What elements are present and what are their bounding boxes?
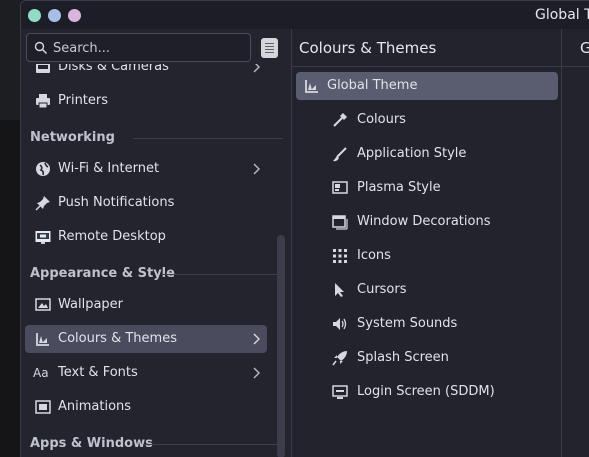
sidebar-item-label: Wallpaper bbox=[58, 297, 124, 312]
category-window-decorations[interactable]: Window Decorations bbox=[326, 208, 556, 236]
sidebar-item-label: Push Notifications bbox=[58, 195, 175, 210]
globe-icon bbox=[36, 162, 50, 176]
text-fonts-icon: Aa bbox=[33, 366, 49, 380]
close-button[interactable] bbox=[28, 9, 41, 22]
chevron-right-icon bbox=[253, 333, 260, 345]
section-header-apps-windows: Apps & Windows bbox=[30, 436, 153, 451]
sidebar-item-label: Wi-Fi & Internet bbox=[58, 161, 160, 176]
printer-icon bbox=[36, 94, 50, 109]
section-divider bbox=[143, 444, 283, 445]
category-system-sounds[interactable]: System Sounds bbox=[326, 310, 556, 338]
sidebar-item-disks-cameras[interactable]: Disks & Cameras bbox=[25, 64, 267, 81]
cursor-icon bbox=[335, 283, 344, 297]
category-icons[interactable]: Icons bbox=[326, 242, 556, 270]
sidebar-scrollbar[interactable] bbox=[277, 235, 285, 457]
category-label: Plasma Style bbox=[357, 180, 441, 195]
pin-icon bbox=[35, 196, 50, 211]
chevron-right-icon bbox=[253, 367, 260, 379]
header-divider bbox=[292, 66, 589, 67]
category-label: Application Style bbox=[357, 146, 467, 161]
brush-icon bbox=[333, 147, 347, 162]
wallpaper-icon bbox=[35, 298, 51, 311]
sidebar-item-label: Printers bbox=[58, 93, 109, 108]
category-colours[interactable]: Colours bbox=[326, 106, 556, 134]
sidebar-item-animations[interactable]: Animations bbox=[25, 393, 267, 421]
chevron-right-icon bbox=[253, 64, 260, 73]
sidebar-list: Disks & Cameras Printers Networking Wi-F… bbox=[21, 64, 291, 457]
colour-picker-icon bbox=[333, 113, 347, 127]
sidebar-item-remote-desktop[interactable]: Remote Desktop bbox=[25, 223, 267, 251]
search-input[interactable] bbox=[53, 39, 243, 57]
sidebar-item-text-fonts[interactable]: Aa Text & Fonts bbox=[25, 359, 267, 387]
minimize-button[interactable] bbox=[48, 9, 61, 22]
login-screen-icon bbox=[332, 385, 348, 399]
disk-camera-icon bbox=[36, 64, 50, 73]
speaker-icon bbox=[333, 318, 347, 330]
sidebar-item-label: Animations bbox=[58, 399, 132, 414]
global-theme-icon bbox=[305, 80, 318, 93]
sidebar-item-label: Colours & Themes bbox=[58, 331, 177, 346]
category-label: Icons bbox=[357, 248, 391, 263]
search-icon bbox=[34, 41, 48, 55]
icons-grid-icon bbox=[333, 249, 347, 263]
chevron-right-icon bbox=[253, 163, 260, 175]
category-label: Splash Screen bbox=[357, 350, 449, 365]
category-label: Login Screen (SDDM) bbox=[357, 384, 495, 399]
category-global-theme[interactable]: Global Theme bbox=[296, 72, 558, 100]
category-label: Colours bbox=[357, 112, 406, 127]
window-decorations-icon bbox=[332, 215, 348, 230]
window-title: Global Theme bbox=[535, 7, 589, 23]
section-header-networking: Networking bbox=[30, 130, 115, 145]
category-login-screen[interactable]: Login Screen (SDDM) bbox=[326, 378, 556, 406]
category-label: System Sounds bbox=[357, 316, 458, 331]
rocket-icon bbox=[332, 351, 347, 366]
category-application-style[interactable]: Application Style bbox=[326, 140, 556, 168]
category-cursors[interactable]: Cursors bbox=[326, 276, 556, 304]
colours-themes-icon bbox=[36, 333, 49, 346]
subpage-title: G bbox=[580, 39, 589, 57]
category-label: Cursors bbox=[357, 282, 407, 297]
category-label: Window Decorations bbox=[357, 214, 491, 229]
sidebar-item-colours-themes[interactable]: Colours & Themes bbox=[25, 325, 267, 353]
settings-window: Global Theme Disks & Cameras Printers Ne… bbox=[20, 0, 589, 457]
sidebar-item-wallpaper[interactable]: Wallpaper bbox=[25, 291, 267, 319]
page-title: Colours & Themes bbox=[299, 39, 437, 57]
maximize-button[interactable] bbox=[68, 9, 81, 22]
plasma-style-icon bbox=[332, 181, 348, 194]
sidebar-divider bbox=[291, 29, 292, 457]
hamburger-menu-button[interactable] bbox=[261, 38, 278, 58]
animations-icon bbox=[35, 400, 51, 414]
title-bar: Global Theme bbox=[21, 1, 589, 29]
subpage-divider bbox=[561, 29, 562, 457]
background-window-edge bbox=[0, 120, 20, 457]
category-label: Global Theme bbox=[327, 78, 418, 93]
search-field[interactable] bbox=[26, 33, 251, 62]
section-divider bbox=[163, 274, 283, 275]
category-plasma-style[interactable]: Plasma Style bbox=[326, 174, 556, 202]
sidebar-item-label: Remote Desktop bbox=[58, 229, 166, 244]
section-divider bbox=[133, 138, 283, 139]
sidebar-item-label: Disks & Cameras bbox=[58, 64, 169, 74]
section-header-appearance-style: Appearance & Style bbox=[30, 266, 175, 281]
sidebar-item-printers[interactable]: Printers bbox=[25, 87, 267, 115]
remote-desktop-icon bbox=[35, 231, 51, 244]
sidebar-item-label: Text & Fonts bbox=[58, 365, 138, 380]
category-splash-screen[interactable]: Splash Screen bbox=[326, 344, 556, 372]
sidebar-item-push-notifications[interactable]: Push Notifications bbox=[25, 189, 267, 217]
sidebar-item-wifi-internet[interactable]: Wi-Fi & Internet bbox=[25, 155, 267, 183]
